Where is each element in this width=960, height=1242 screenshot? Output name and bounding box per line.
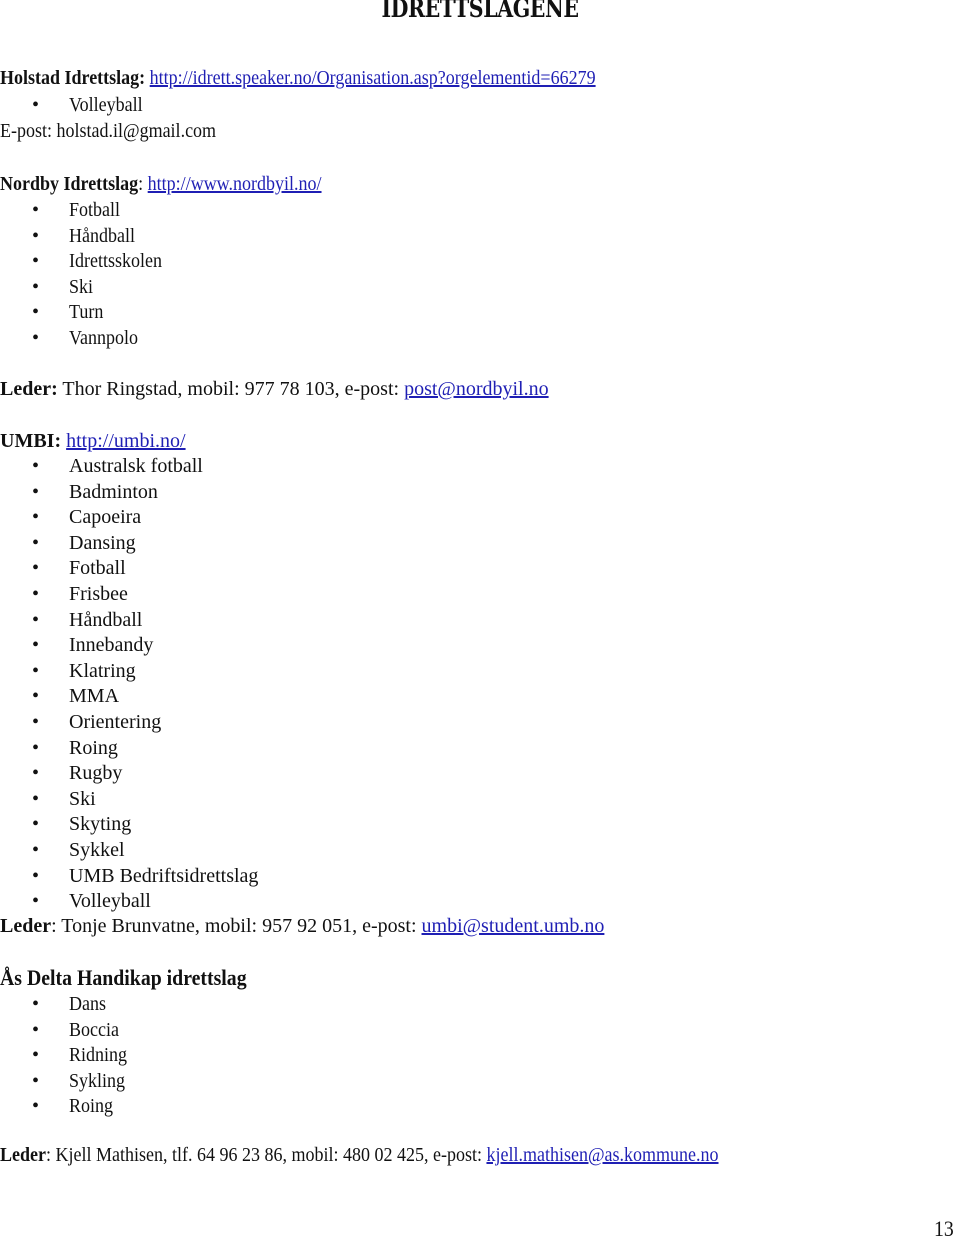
activity-label: Frisbee — [69, 583, 128, 605]
leader-email-link[interactable]: post@nordbyil.no — [404, 378, 549, 400]
bullet-icon: • — [32, 608, 40, 631]
separator: : — [138, 173, 144, 195]
club-url-link[interactable]: http://idrett.speaker.no/Organisation.as… — [150, 67, 596, 89]
bullet-icon: • — [32, 1069, 40, 1092]
activity-label: Roing — [69, 736, 118, 759]
bullet-icon: • — [32, 583, 40, 605]
bullet-icon: • — [32, 275, 40, 298]
activity-label: Roing — [69, 1095, 114, 1118]
bullet-icon: • — [32, 301, 40, 324]
club-leader: Leder: Thor Ringstad, mobil: 977 78 103,… — [0, 377, 549, 401]
page-title: IDRETTSLAGENE — [381, 0, 579, 23]
activity-label: Boccia — [69, 1018, 119, 1041]
bullet-icon: • — [32, 685, 40, 708]
leader-label: Leder: — [0, 378, 58, 400]
club-url-link[interactable]: http://www.nordbyil.no/ — [148, 173, 322, 195]
activity-label: Vannpolo — [69, 327, 139, 349]
activity-label: Idrettsskolen — [69, 250, 162, 273]
activity-label: Innebandy — [69, 634, 154, 657]
bullet-icon: • — [32, 455, 40, 477]
activity-label: Turn — [69, 301, 104, 324]
bullet-icon: • — [32, 480, 40, 503]
activity-label: Håndball — [69, 224, 135, 247]
activity-label: Capoeira — [69, 506, 142, 529]
bullet-icon: • — [32, 659, 40, 682]
activity-label: Dans — [69, 993, 106, 1015]
club-leader: Leder: Tonje Brunvatne, mobil: 957 92 05… — [0, 914, 604, 938]
activity-label: UMB Bedriftsidrettslag — [69, 864, 259, 887]
activity-label: Sykling — [69, 1069, 126, 1092]
activity-label: Fotball — [69, 557, 126, 580]
activity-label: Ridning — [69, 1044, 128, 1067]
leader-email-link[interactable]: umbi@student.umb.no — [422, 915, 605, 937]
bullet-icon: • — [32, 762, 40, 785]
activity-label: Orientering — [69, 711, 162, 733]
club-nordby-heading: Nordby Idrettslag: http://www.nordbyil.n… — [0, 172, 322, 196]
bullet-icon: • — [32, 250, 40, 273]
activity-label: Skyting — [69, 813, 132, 836]
activity-label: Dansing — [69, 531, 136, 554]
club-contact: E-post: holstad.il@gmail.com — [0, 120, 217, 142]
bullet-icon: • — [32, 531, 40, 554]
bullet-icon: • — [32, 787, 40, 810]
club-name: UMBI: — [0, 430, 62, 452]
club-leader: Leder: Kjell Mathisen, tlf. 64 96 23 86,… — [0, 1143, 719, 1167]
club-asdelta-heading: Ås Delta Handikap idrettslag — [0, 965, 247, 990]
bullet-icon: • — [32, 1095, 40, 1118]
bullet-icon: • — [32, 94, 40, 116]
activity-label: Sykkel — [69, 839, 125, 861]
activity-label: MMA — [69, 685, 120, 708]
bullet-icon: • — [32, 813, 40, 836]
bullet-icon: • — [32, 557, 40, 580]
activity-label: Klatring — [69, 659, 136, 682]
activity-label: Ski — [69, 275, 94, 298]
leader-label: Leder — [0, 1144, 46, 1166]
club-umbi-heading: UMBI: http://umbi.no/ — [0, 429, 186, 453]
leader-text: : Tonje Brunvatne, mobil: 957 92 051, e-… — [51, 915, 422, 937]
page-number: 13 — [934, 1216, 954, 1241]
club-name: Nordby Idrettslag — [0, 173, 139, 195]
activity-label: Rugby — [69, 762, 123, 785]
leader-label: Leder — [0, 915, 52, 937]
bullet-icon: • — [32, 736, 40, 759]
bullet-icon: • — [32, 711, 40, 733]
club-holstad-heading: Holstad Idrettslag: http://idrett.speake… — [0, 66, 596, 90]
activity-label: Fotball — [69, 199, 121, 221]
bullet-icon: • — [32, 1044, 40, 1067]
bullet-icon: • — [32, 224, 40, 247]
bullet-icon: • — [32, 506, 40, 529]
activity-label: Badminton — [69, 480, 158, 503]
bullet-icon: • — [32, 839, 40, 861]
leader-email-link[interactable]: kjell.mathisen@as.kommune.no — [486, 1144, 718, 1166]
bullet-icon: • — [32, 890, 40, 913]
activity-label: Ski — [69, 787, 96, 810]
bullet-icon: • — [32, 327, 40, 349]
bullet-icon: • — [32, 199, 40, 221]
leader-text: Thor Ringstad, mobil: 977 78 103, e-post… — [57, 378, 405, 400]
bullet-icon: • — [32, 634, 40, 657]
activity-label: Australsk fotball — [69, 455, 203, 477]
activity-label: Volleyball — [69, 890, 151, 913]
activity-label: Volleyball — [69, 94, 143, 116]
club-name: Holstad Idrettslag: — [0, 67, 146, 89]
bullet-icon: • — [32, 1018, 40, 1041]
bullet-icon: • — [32, 993, 40, 1015]
activity-label: Håndball — [69, 608, 143, 631]
club-url-link[interactable]: http://umbi.no/ — [66, 430, 185, 452]
leader-text: : Kjell Mathisen, tlf. 64 96 23 86, mobi… — [45, 1144, 487, 1166]
bullet-icon: • — [32, 864, 40, 887]
